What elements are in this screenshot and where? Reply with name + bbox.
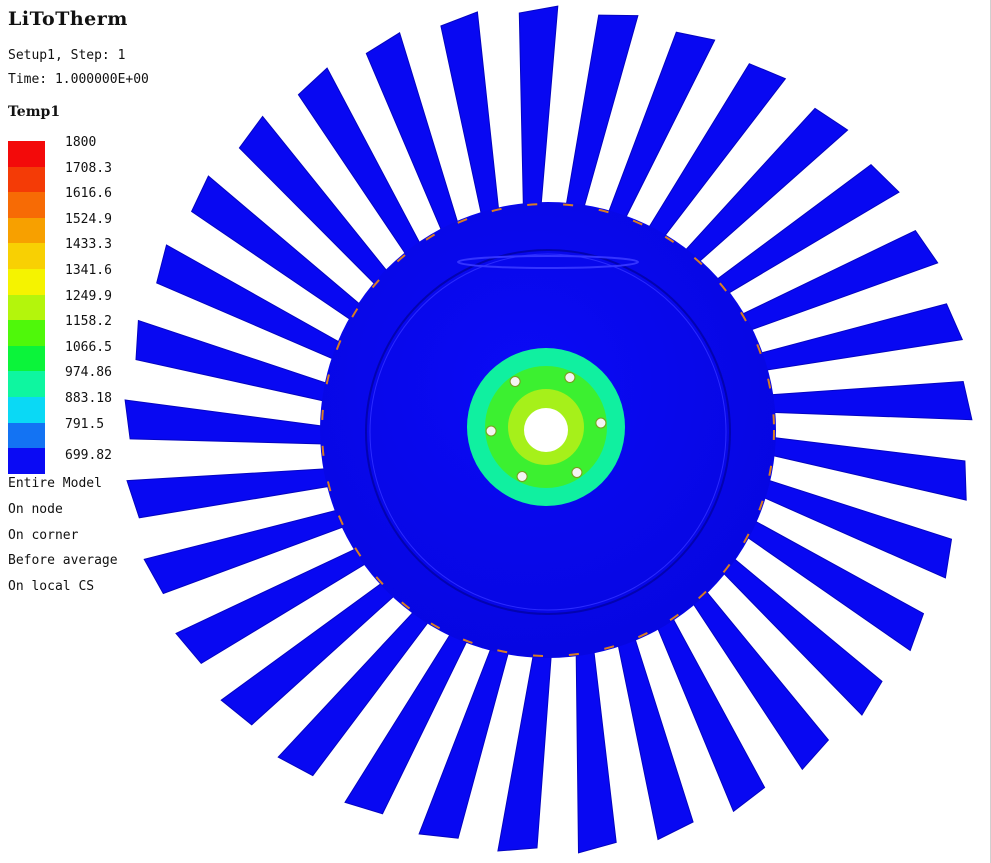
legend-value: 1800 <box>65 135 97 150</box>
legend-swatch <box>8 345 45 372</box>
bolt-hole <box>571 467 583 478</box>
turbine-blade <box>518 5 559 233</box>
bolt-hole <box>509 376 521 387</box>
bolt-hole <box>595 417 607 429</box>
legend-value: 1158.2 <box>65 314 112 330</box>
legend-swatch <box>8 320 45 346</box>
legend-entry: 791.5 <box>8 417 128 449</box>
turbine-blade <box>418 623 516 839</box>
legend-swatch <box>8 141 45 167</box>
turbine-blade <box>124 399 350 446</box>
legend-value: 1341.6 <box>65 262 112 278</box>
legend-entry: 699.82 <box>8 448 128 474</box>
turbine-blade <box>575 624 617 854</box>
legend-value: 1616.6 <box>65 186 112 202</box>
legend-value: 974.86 <box>65 365 112 381</box>
averaging-label: Before average <box>8 553 118 569</box>
legend-swatch <box>8 396 45 423</box>
legend-swatch <box>8 422 45 449</box>
setup-step-label: Setup1, Step: 1 <box>8 48 126 63</box>
bolt-hole <box>485 425 497 437</box>
turbine-blade <box>744 380 973 421</box>
legend-value: 883.18 <box>65 390 112 406</box>
coordinate-system-label: On local CS <box>8 579 95 595</box>
bolt-hole <box>564 372 576 383</box>
legend-swatch <box>8 294 45 321</box>
result-options: Entire Model On node On corner Before av… <box>8 475 118 604</box>
color-legend: 1800 1708.3 1616.6 1524.9 1433.3 1341.6 1249.9… <box>8 135 128 474</box>
legend-swatch <box>8 268 45 295</box>
scope-label: Entire Model <box>8 476 102 491</box>
legend-value: 1433.3 <box>65 237 112 253</box>
legend-swatch <box>8 217 45 244</box>
turbine-disk-model[interactable] <box>0 0 991 863</box>
legend-swatch <box>8 243 45 269</box>
legend-value: 1708.3 <box>65 160 112 176</box>
legend-swatch <box>8 448 45 474</box>
legend-value: 1066.5 <box>65 339 112 355</box>
legend-value: 1249.9 <box>65 288 112 304</box>
bolt-hole <box>516 471 528 482</box>
legend-value: 791.5 <box>65 416 105 432</box>
legend-title: Temp1 <box>8 104 61 120</box>
legend-swatch <box>8 371 45 397</box>
turbine-blade <box>126 466 356 519</box>
turbine-blade <box>497 629 554 852</box>
legend-swatch <box>8 166 45 193</box>
position-label: On corner <box>8 527 79 543</box>
hub-bore <box>524 408 568 452</box>
time-label: Time: 1.000000E+00 <box>8 72 149 87</box>
legend-value: 1524.9 <box>65 211 112 227</box>
location-label: On node <box>8 501 63 517</box>
legend-swatch <box>8 192 45 218</box>
legend-value: 699.82 <box>65 448 112 464</box>
viewport[interactable]: LiToTherm Setup1, Step: 1 Time: 1.000000… <box>0 0 991 863</box>
app-title: LiToTherm <box>8 8 128 30</box>
